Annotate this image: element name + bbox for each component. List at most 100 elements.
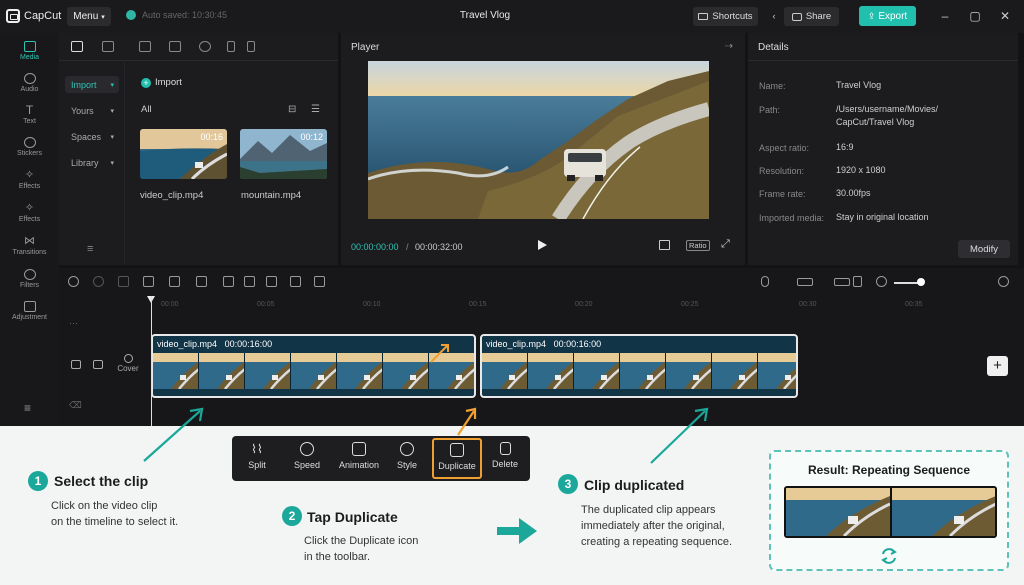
thumbnail-view-icon[interactable]: ⊟ — [288, 104, 296, 115]
link-icon[interactable] — [797, 278, 813, 286]
chevron-down-icon: ▾ — [110, 159, 114, 167]
trim-left-icon[interactable] — [169, 276, 180, 287]
zoom-fit-icon[interactable] — [998, 276, 1009, 287]
redo-icon[interactable] — [93, 276, 104, 287]
zoom-out-icon[interactable] — [876, 276, 887, 287]
undo-icon[interactable] — [68, 276, 79, 287]
export-button[interactable]: ⇪ Export — [859, 6, 916, 26]
rail-item-media[interactable]: Media — [0, 41, 59, 61]
split-icon[interactable] — [143, 276, 154, 287]
track-lock-icon[interactable]: ⋯ — [69, 318, 78, 329]
rail-item-text[interactable]: T Text — [0, 103, 59, 125]
ratio-button[interactable]: Ratio — [686, 240, 710, 251]
track-video-icon[interactable] — [71, 360, 81, 369]
source-library[interactable]: Library ▾ — [65, 154, 119, 171]
current-time: 00:00:00:00 — [351, 242, 399, 252]
shortcuts-button[interactable]: Shortcuts — [693, 7, 758, 26]
toolbar-animation-button[interactable]: Animation — [334, 442, 384, 470]
grid-icon[interactable] — [227, 41, 235, 52]
snap-icon[interactable] — [834, 278, 850, 286]
cover-label: Cover — [117, 364, 139, 373]
clip-name: video_clip.mp4 — [157, 339, 218, 349]
audio-icon — [23, 73, 36, 84]
source-spaces[interactable]: Spaces ▾ — [65, 128, 119, 145]
toolbar-duplicate-button[interactable]: Duplicate — [432, 438, 482, 479]
player-menu-icon[interactable]: ⇢ — [725, 41, 733, 52]
rotate-icon[interactable] — [290, 276, 301, 287]
track-settings-icon[interactable]: ⌫ — [69, 400, 82, 411]
rail-item-stickers[interactable]: Stickers — [0, 137, 59, 157]
microphone-icon[interactable] — [761, 276, 769, 287]
toolbar-split-button[interactable]: ⌇⌇ Split — [234, 442, 280, 470]
menu-button[interactable]: Menu ▾ — [67, 7, 111, 26]
next-step-arrow-icon — [497, 518, 537, 544]
modify-button[interactable]: Modify — [958, 240, 1010, 258]
rail-item-adjustment[interactable]: Adjustment — [0, 301, 59, 321]
media-duration: 00:12 — [300, 132, 323, 142]
rail-item-filters[interactable]: Filters — [0, 269, 59, 289]
step3-arrow-icon — [650, 407, 709, 464]
toolbar-style-button[interactable]: Style — [384, 442, 430, 470]
step-desc: immediately after the original, — [581, 520, 725, 532]
fullscreen-icon[interactable]: ⤢ — [721, 238, 730, 251]
zoom-slider-handle[interactable] — [917, 278, 925, 286]
mirror-icon[interactable] — [266, 276, 277, 287]
hamburger-icon[interactable]: ≡ — [24, 401, 36, 415]
app-name: CapCut — [24, 10, 62, 22]
duplicate-icon — [450, 443, 464, 457]
filmstrip-frames — [153, 353, 474, 389]
maximize-icon[interactable]: ▢ — [968, 9, 982, 23]
image-icon[interactable] — [169, 41, 181, 52]
reverse-icon[interactable] — [244, 276, 255, 287]
rail-item-audio[interactable]: Audio — [0, 73, 59, 93]
timeline-clip-duplicate[interactable]: video_clip.mp4 00:00:16:00 — [480, 334, 798, 398]
media-thumb-mountain[interactable]: 00:12 — [240, 129, 327, 179]
preview-axis-icon[interactable] — [853, 276, 862, 287]
rail-item-effects[interactable]: ✧ Effects — [0, 170, 59, 191]
import-button[interactable]: + Import — [141, 77, 182, 88]
filter-all[interactable]: All — [141, 104, 152, 115]
crop-icon[interactable] — [314, 276, 325, 287]
ruler-tick: 00:25 — [681, 301, 699, 308]
detail-value: Travel Vlog — [836, 80, 882, 90]
delete-icon[interactable] — [196, 276, 207, 287]
list-icon[interactable] — [247, 41, 255, 52]
step-title: Tap Duplicate — [307, 509, 398, 525]
share-button[interactable]: Share — [784, 7, 839, 26]
close-icon[interactable]: ✕ — [998, 9, 1012, 23]
video-preview[interactable] — [368, 61, 709, 219]
rail-item-effects-2[interactable]: ✧ Effects — [0, 203, 59, 224]
rail-item-transitions[interactable]: ⋈ Transitions — [0, 236, 59, 257]
coast-road-frame — [368, 61, 709, 219]
play-icon[interactable] — [538, 240, 547, 250]
cloud-icon[interactable] — [199, 41, 211, 52]
clip-label: video_clip.mp4 00:00:16:00 — [157, 339, 272, 349]
detail-value: Stay in original location — [836, 212, 929, 222]
crop-icon[interactable] — [659, 240, 670, 250]
select-icon[interactable] — [118, 276, 129, 287]
source-yours[interactable]: Yours ▾ — [65, 102, 119, 119]
plus-icon: + — [141, 77, 151, 88]
minimize-icon[interactable]: – — [938, 9, 952, 23]
toolbar-speed-button[interactable]: Speed — [284, 442, 330, 470]
detail-label: Aspect ratio: — [759, 143, 810, 153]
list-view-icon[interactable]: ☰ — [311, 104, 320, 115]
video-icon[interactable] — [139, 41, 151, 52]
track-audio-icon[interactable] — [93, 360, 103, 369]
detail-value: 16:9 — [836, 142, 854, 152]
menu-lines-icon[interactable]: ≡ — [87, 243, 93, 255]
timeline-clip-original[interactable]: video_clip.mp4 00:00:16:00 — [151, 334, 476, 398]
animation-icon — [352, 442, 366, 456]
media-thumb-video-clip[interactable]: 00:16 — [140, 129, 227, 179]
upload-icon[interactable] — [71, 41, 83, 52]
media-duration: 00:16 — [200, 132, 223, 142]
cover-button[interactable]: Cover — [113, 354, 143, 373]
step-desc: The duplicated clip appears — [581, 504, 716, 516]
text-icon: T — [25, 103, 34, 117]
chevron-left-icon[interactable]: ‹ — [767, 11, 781, 21]
folder-icon[interactable] — [102, 41, 114, 52]
freeze-icon[interactable] — [223, 276, 234, 287]
source-import[interactable]: Import ▾ — [65, 76, 119, 93]
add-track-button[interactable]: + — [987, 356, 1008, 376]
toolbar-delete-button[interactable]: Delete — [482, 442, 528, 469]
